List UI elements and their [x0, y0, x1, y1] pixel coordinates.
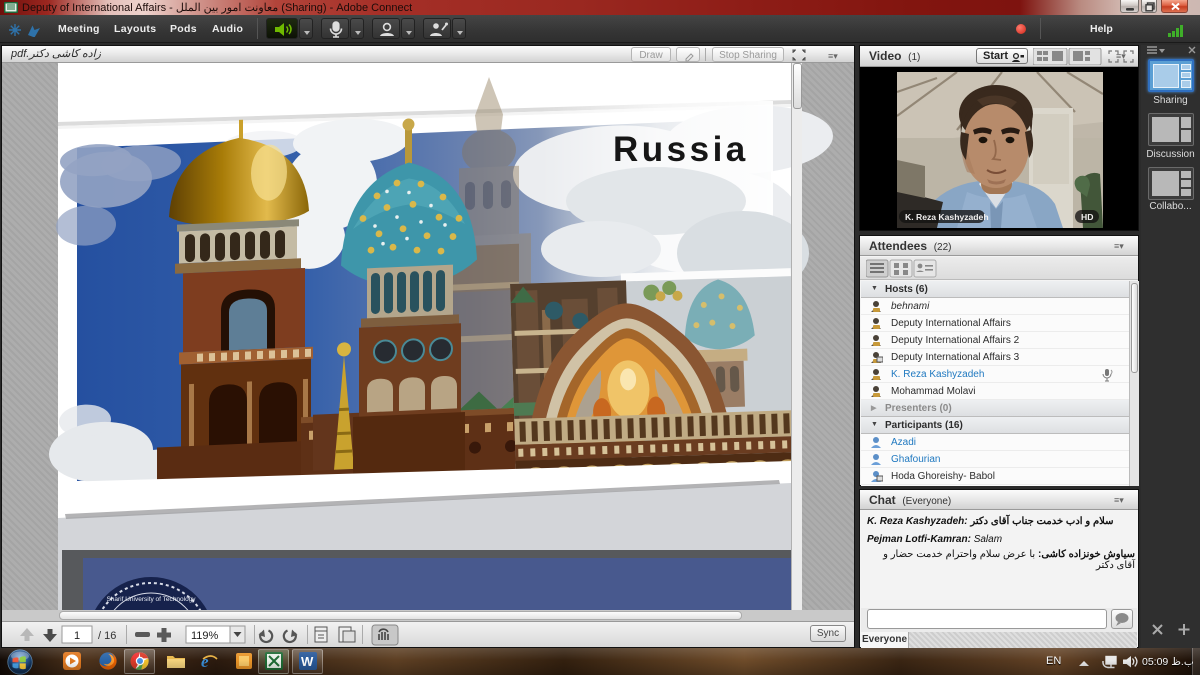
- svg-text:e: e: [201, 652, 209, 671]
- svg-text:119%: 119%: [191, 630, 219, 642]
- svg-text:1: 1: [74, 630, 80, 642]
- svg-text:Sharif University of Technolog: Sharif University of Technology: [106, 596, 196, 603]
- svg-text:/ 16: / 16: [98, 630, 116, 642]
- svg-text:W: W: [301, 654, 314, 669]
- svg-text:Russia: Russia: [613, 130, 749, 169]
